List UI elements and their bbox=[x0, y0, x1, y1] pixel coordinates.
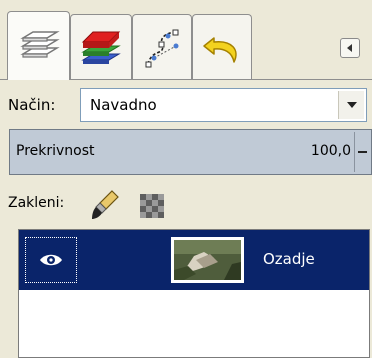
opacity-spin-button[interactable] bbox=[354, 132, 369, 172]
tab-paths[interactable] bbox=[132, 14, 192, 80]
lock-pixels-toggle[interactable] bbox=[90, 189, 120, 221]
tab-menu-arrow-icon bbox=[347, 44, 352, 52]
opacity-slider[interactable]: Prekrivnost 100,0 bbox=[9, 129, 372, 175]
chevron-down-icon bbox=[346, 102, 357, 108]
layer-row[interactable]: Ozadje bbox=[19, 230, 369, 290]
channels-icon bbox=[81, 31, 121, 64]
mode-row: Način: Navadno bbox=[0, 88, 372, 124]
tab-undo-history[interactable] bbox=[192, 14, 252, 80]
opacity-label: Prekrivnost bbox=[16, 143, 95, 159]
alpha-lock-icon bbox=[140, 194, 164, 218]
mode-value: Navadno bbox=[90, 96, 157, 114]
dock-tabbar bbox=[0, 0, 372, 80]
layers-icon bbox=[19, 31, 60, 58]
tab-layers[interactable] bbox=[7, 11, 70, 80]
mode-dropdown-button[interactable] bbox=[338, 91, 364, 119]
paths-icon bbox=[145, 29, 179, 67]
mode-combobox[interactable]: Navadno bbox=[80, 88, 367, 122]
spin-divider bbox=[358, 151, 367, 153]
mode-label: Način: bbox=[8, 96, 56, 114]
layer-name: Ozadje bbox=[263, 250, 315, 268]
undo-icon bbox=[203, 36, 237, 63]
lock-row: Zakleni: bbox=[0, 186, 372, 226]
paintbrush-icon bbox=[92, 190, 119, 219]
tab-channels[interactable] bbox=[70, 14, 132, 80]
tab-menu-button[interactable] bbox=[340, 38, 360, 58]
eye-icon bbox=[40, 254, 62, 266]
opacity-value: 100,0 bbox=[310, 143, 351, 159]
layer-thumbnail bbox=[171, 237, 244, 283]
layer-thumbnail-image bbox=[174, 240, 241, 280]
lock-label: Zakleni: bbox=[8, 195, 65, 211]
lock-alpha-toggle[interactable] bbox=[140, 194, 164, 218]
layers-list[interactable]: Ozadje bbox=[18, 229, 370, 358]
layer-visibility-toggle[interactable] bbox=[25, 237, 77, 283]
